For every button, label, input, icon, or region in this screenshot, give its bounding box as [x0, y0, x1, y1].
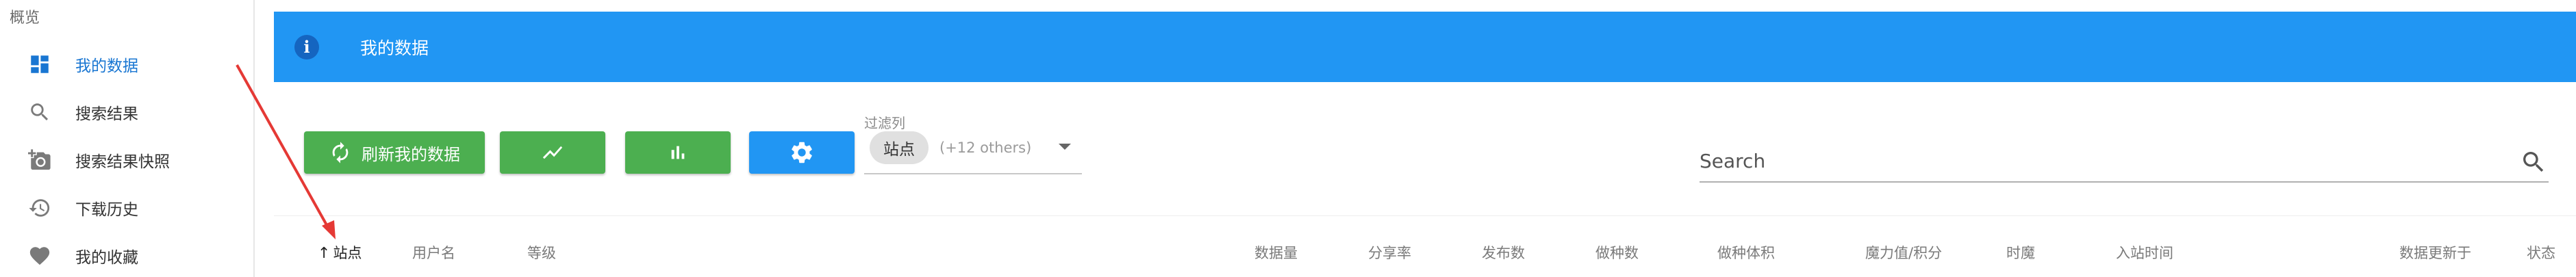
column-header-bonus-points[interactable]: 魔力值/积分 — [1865, 242, 1942, 263]
column-header-level[interactable]: 等级 — [527, 242, 556, 263]
line-chart-button[interactable] — [500, 131, 605, 174]
sidebar-item-label: 搜索结果 — [75, 105, 138, 123]
column-header-updated-at[interactable]: 数据更新于 — [2399, 242, 2471, 263]
column-header-site[interactable]: ↑ 站点 — [318, 242, 362, 263]
refresh-data-button[interactable]: 刷新我的数据 — [304, 131, 485, 174]
sidebar-item-search-snapshot[interactable]: 搜索结果快照 — [0, 140, 255, 181]
main-content: i 我的数据 刷新我的数据 过滤列 站点 (+12 others) Search… — [255, 0, 2576, 277]
sidebar-section-title: 概览 — [10, 10, 40, 27]
settings-button[interactable] — [749, 131, 855, 174]
column-header-status[interactable]: 状态 — [2527, 242, 2555, 263]
column-header-bonus-per-hour[interactable]: 时魔 — [2006, 242, 2035, 263]
add-photo-icon — [27, 148, 52, 172]
info-icon: i — [294, 34, 319, 60]
chevron-down-icon[interactable] — [1059, 144, 1071, 150]
sidebar-item-download-history[interactable]: 下载历史 — [0, 187, 255, 228]
header-divider — [274, 215, 2576, 216]
search-input[interactable] — [1700, 147, 2508, 174]
column-header-username[interactable]: 用户名 — [412, 242, 455, 263]
heart-icon — [27, 243, 52, 268]
sidebar-item-label: 搜索结果快照 — [75, 153, 170, 171]
search-box — [1700, 140, 2549, 183]
sidebar-item-search-results[interactable]: 搜索结果 — [0, 92, 255, 133]
search-icon — [27, 100, 52, 124]
column-header-label: 站点 — [333, 245, 362, 261]
search-icon[interactable] — [2520, 148, 2547, 176]
history-icon — [27, 196, 52, 220]
sidebar-item-label: 我的收藏 — [75, 249, 138, 267]
column-filter-label: 过滤列 — [864, 115, 905, 131]
refresh-button-label: 刷新我的数据 — [362, 145, 460, 164]
sidebar: 概览 我的数据 搜索结果 搜索结果快照 下载历史 我的收藏 — [0, 0, 255, 277]
page-header-bar: i 我的数据 — [274, 12, 2576, 82]
line-chart-icon — [541, 141, 564, 164]
other-columns-count: (+12 others) — [939, 140, 1032, 156]
column-header-uploads[interactable]: 发布数 — [1482, 242, 1525, 263]
sort-ascending-icon: ↑ — [318, 245, 331, 262]
sidebar-item-my-data[interactable]: 我的数据 — [0, 44, 255, 85]
column-header-data-volume[interactable]: 数据量 — [1254, 242, 1298, 263]
page-title: 我的数据 — [360, 38, 429, 58]
column-filter-select[interactable]: 过滤列 站点 (+12 others) — [864, 109, 1082, 174]
bar-chart-icon — [667, 142, 689, 163]
bar-chart-button[interactable] — [625, 131, 731, 174]
column-header-share-ratio[interactable]: 分享率 — [1368, 242, 1411, 263]
sidebar-item-favorites[interactable]: 我的收藏 — [0, 235, 255, 276]
sidebar-item-label: 我的数据 — [75, 57, 138, 75]
refresh-icon — [329, 141, 352, 164]
column-header-join-time[interactable]: 入站时间 — [2116, 242, 2173, 263]
gear-icon — [789, 140, 815, 166]
sidebar-item-label: 下载历史 — [75, 201, 138, 219]
dashboard-icon — [27, 52, 52, 77]
column-header-seeding-count[interactable]: 做种数 — [1595, 242, 1639, 263]
selected-column-chip[interactable]: 站点 — [870, 131, 929, 164]
column-header-seeding-size[interactable]: 做种体积 — [1717, 242, 1775, 263]
